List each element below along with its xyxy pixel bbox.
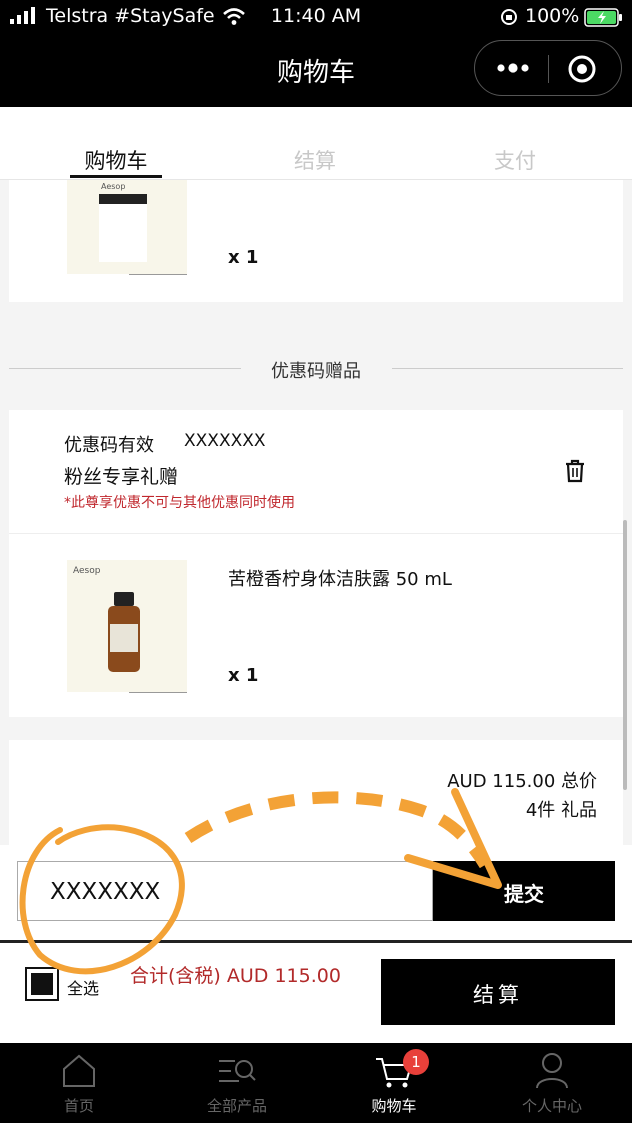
promo-divider-left xyxy=(9,368,241,369)
promo-gift-card: 优惠码有效 XXXXXXX 粉丝专享礼赠 *此尊享优惠不可与其他优惠同时使用 A… xyxy=(9,410,623,717)
tab-home[interactable]: 首页 xyxy=(24,1043,134,1123)
card-separator xyxy=(9,533,623,534)
promo-divider-right xyxy=(392,368,623,369)
gift-product-image[interactable]: Aesop xyxy=(67,560,187,693)
gift-quantity: x 1 xyxy=(228,665,259,686)
close-miniprogram-icon[interactable] xyxy=(567,54,597,84)
tab-checkout[interactable]: 结算 xyxy=(255,145,375,175)
image-baseline xyxy=(129,274,187,275)
tab-profile-label: 个人中心 xyxy=(521,1097,582,1115)
submit-promo-button[interactable]: 提交 xyxy=(433,861,615,921)
cart-badge-count: 1 xyxy=(411,1053,421,1071)
promo-section-heading: 优惠码赠品 xyxy=(271,361,361,382)
checkout-steps-tabs: 购物车 结算 支付 xyxy=(0,107,632,180)
subtotal-text: 合计(含税) AUD 115.00 xyxy=(130,965,341,987)
bottle-label xyxy=(110,624,138,652)
orientation-lock-icon xyxy=(501,9,517,25)
select-all-label: 全选 xyxy=(67,979,100,998)
checkout-label: 结算 xyxy=(473,983,523,1007)
tab-all-products-label: 全部产品 xyxy=(206,1097,267,1115)
tab-payment[interactable]: 支付 xyxy=(455,145,575,175)
scrollbar[interactable] xyxy=(623,520,627,790)
order-summary-card: AUD 115.00 总价 4件 礼品 xyxy=(9,740,623,860)
gift-title: 粉丝专享礼赠 xyxy=(64,466,179,488)
product-label-graphic xyxy=(99,194,147,262)
checkout-footer: 全选 合计(含税) AUD 115.00 结算 xyxy=(0,943,632,1043)
profile-icon xyxy=(536,1053,568,1089)
checkout-button[interactable]: 结算 xyxy=(381,959,615,1025)
submit-promo-label: 提交 xyxy=(504,882,544,906)
cart-item-card: Aesop x 1 xyxy=(9,180,623,302)
gift-brand-logo: Aesop xyxy=(73,566,101,576)
title-bar: 购物车 xyxy=(0,34,632,107)
status-bar: Telstra #StaySafe 11:40 AM 100% xyxy=(0,0,632,34)
promo-code-input-value: XXXXXXX xyxy=(50,879,161,905)
product-brand-logo: Aesop xyxy=(101,182,126,191)
select-all-checkbox[interactable] xyxy=(25,967,59,1001)
summary-count: 4件 礼品 xyxy=(525,800,597,821)
summary-total: AUD 115.00 总价 xyxy=(447,771,597,792)
bottom-tab-bar: 首页 全部产品 1 购物车 个人中心 xyxy=(0,1043,632,1123)
miniprogram-capsule xyxy=(474,40,622,96)
battery-icon xyxy=(584,8,622,27)
checkbox-fill xyxy=(31,973,53,995)
promo-code-input[interactable]: XXXXXXX xyxy=(17,861,433,921)
promo-notice: *此尊享优惠不可与其他优惠同时使用 xyxy=(64,495,295,511)
tab-cart[interactable]: 购物车 xyxy=(56,145,176,175)
active-tab-underline xyxy=(70,175,162,178)
cart-badge: 1 xyxy=(403,1049,429,1075)
battery-percent: 100% xyxy=(525,5,580,27)
more-icon[interactable] xyxy=(495,58,531,78)
item-quantity: x 1 xyxy=(228,247,259,268)
tab-home-label: 首页 xyxy=(63,1097,94,1115)
capsule-divider xyxy=(548,55,549,83)
tab-cart-nav-label: 购物车 xyxy=(371,1097,417,1115)
product-search-icon xyxy=(219,1060,256,1082)
trash-icon[interactable] xyxy=(564,459,586,483)
promo-input-bar: XXXXXXX 提交 xyxy=(0,845,632,943)
image-baseline xyxy=(129,692,187,693)
promo-valid-label: 优惠码有效 xyxy=(64,435,154,456)
bottle-cap xyxy=(114,592,134,606)
promo-code-value: XXXXXXX xyxy=(184,431,266,451)
tab-cart-nav[interactable]: 1 购物车 xyxy=(339,1043,449,1123)
home-icon xyxy=(63,1054,95,1087)
gift-product-name[interactable]: 苦橙香柠身体洁肤露 50 mL xyxy=(228,565,452,591)
product-image[interactable]: Aesop xyxy=(67,180,187,275)
tab-all-products[interactable]: 全部产品 xyxy=(182,1043,292,1123)
tab-profile[interactable]: 个人中心 xyxy=(497,1043,607,1123)
